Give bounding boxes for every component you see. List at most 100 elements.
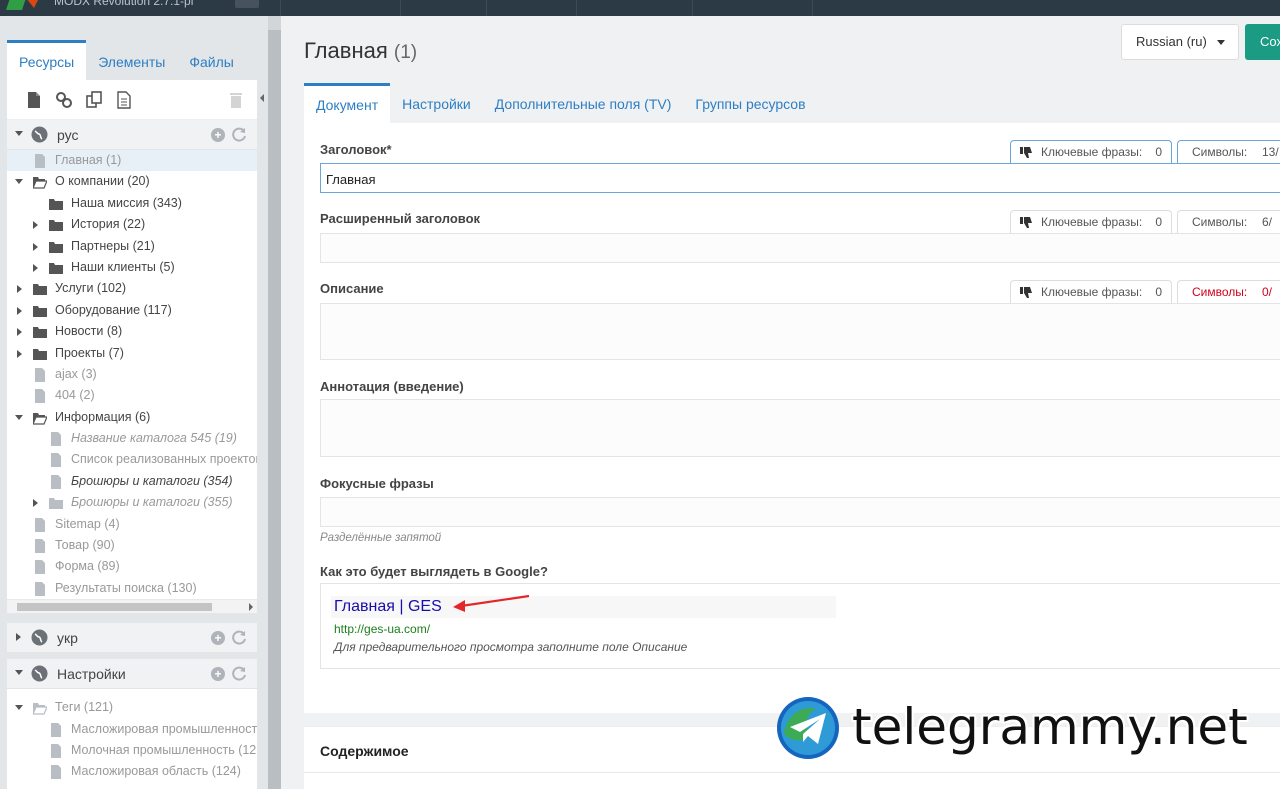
scroll-right-icon[interactable] <box>249 603 253 612</box>
tree-node[interactable]: Масложировая область (124) <box>7 761 257 782</box>
focus-phrases-input[interactable] <box>320 497 1280 527</box>
expand-icon[interactable] <box>17 306 22 315</box>
description-symbols-tab[interactable]: Символы: 0/ <box>1177 280 1280 304</box>
tree-node[interactable]: Товар (90) <box>7 535 257 556</box>
topbar-divider <box>280 0 281 16</box>
collapse-icon[interactable] <box>15 131 23 136</box>
tree-node[interactable]: О компании (20) <box>7 171 257 192</box>
tree-node[interactable]: Теги (121) <box>7 697 257 718</box>
tree-node[interactable]: Название каталога 545 (19) <box>7 428 257 449</box>
thumbs-down-icon <box>1020 287 1032 298</box>
add-icon[interactable]: + <box>211 128 225 142</box>
expand-icon[interactable] <box>33 221 38 230</box>
expand-icon[interactable] <box>17 328 22 337</box>
tree-node[interactable]: Наша миссия (343) <box>7 193 257 214</box>
description-keywords-tab[interactable]: Ключевые фразы: 0 <box>1010 280 1172 304</box>
expand-icon[interactable] <box>17 285 22 294</box>
tab-tv[interactable]: Дополнительные поля (TV) <box>483 83 684 123</box>
tree-node[interactable]: ajax (3) <box>7 364 257 385</box>
scrollbar-thumb[interactable] <box>17 603 212 612</box>
tree-node[interactable]: Наши клиенты (5) <box>7 257 257 278</box>
tree-node[interactable]: Брошюры и каталоги (354) <box>7 471 257 492</box>
tree-node[interactable]: 404 (2) <box>7 385 257 406</box>
resource-tabs: Документ Настройки Дополнительные поля (… <box>304 83 1280 123</box>
tab-files[interactable]: Файлы <box>177 40 245 80</box>
watermark: telegrammy.net <box>776 696 1280 760</box>
trash-icon[interactable] <box>227 91 245 109</box>
tree-node[interactable]: Брошюры и каталоги (355) <box>7 492 257 513</box>
tree-node[interactable]: Молочная промышленность (12 <box>7 740 257 761</box>
collapse-icon[interactable] <box>15 414 23 420</box>
longtitle-input[interactable] <box>320 233 1280 263</box>
tree-node[interactable]: Проекты (7) <box>7 343 257 364</box>
content-title: Содержимое <box>320 743 409 759</box>
tree-node[interactable]: Результаты поиска (130) <box>7 578 257 599</box>
refresh-icon[interactable] <box>232 630 247 645</box>
tree-node[interactable]: История (22) <box>7 214 257 235</box>
collapse-icon[interactable] <box>15 179 23 185</box>
add-icon[interactable]: + <box>211 667 225 682</box>
tree-node-label: Форма (89) <box>55 559 120 574</box>
expand-icon[interactable] <box>16 633 21 642</box>
tree-node[interactable]: Главная (1) <box>7 150 257 172</box>
tab-resources[interactable]: Ресурсы <box>7 40 87 80</box>
tab-resource-groups[interactable]: Группы ресурсов <box>683 83 817 123</box>
tab-elements[interactable]: Элементы <box>86 40 177 80</box>
title-keywords-tab[interactable]: Ключевые фразы: 0 <box>1010 140 1172 164</box>
site-name[interactable]: MODX Revolution 2.7.1-pl <box>54 0 193 8</box>
tree-node[interactable]: Форма (89) <box>7 556 257 577</box>
refresh-icon[interactable] <box>232 127 247 142</box>
tree-node-label: Брошюры и каталоги (355) <box>71 495 233 510</box>
folder-icon <box>33 305 47 317</box>
modx-logo-icon[interactable] <box>4 0 44 14</box>
tree-node[interactable]: Масложировая промышленность <box>7 719 257 740</box>
new-document-icon[interactable] <box>25 91 43 109</box>
expand-icon[interactable] <box>33 499 38 508</box>
context-settings[interactable]: Настройки + <box>7 659 257 690</box>
menu-toggle-icon[interactable] <box>235 0 259 8</box>
context-rus[interactable]: рус + <box>7 120 257 150</box>
tree-node[interactable]: Информация (6) <box>7 407 257 428</box>
tab-settings[interactable]: Настройки <box>390 83 483 123</box>
add-icon[interactable]: + <box>211 631 225 646</box>
collapse-icon[interactable] <box>15 670 23 676</box>
document-icon <box>51 474 61 489</box>
longtitle-keywords-tab[interactable]: Ключевые фразы: 0 <box>1010 210 1172 234</box>
title-symbols-tab[interactable]: Символы: 13/ <box>1177 140 1280 164</box>
longtitle-symbols-tab[interactable]: Символы: 6/ <box>1177 210 1280 234</box>
symlink-icon[interactable] <box>85 91 103 109</box>
description-textarea[interactable] <box>320 303 1280 360</box>
tree-node[interactable]: Список реализованных проектов <box>7 449 257 470</box>
tree-node-label: Теги (121) <box>55 700 114 715</box>
longtitle-label: Расширенный заголовок <box>320 211 481 226</box>
tab-document[interactable]: Документ <box>304 83 391 123</box>
tree-node[interactable]: Оборудование (117) <box>7 300 257 321</box>
left-panel: Ресурсы Элементы Файлы рус + Главная (1)… <box>0 16 268 789</box>
expand-icon[interactable] <box>17 349 22 358</box>
folder-icon <box>33 348 47 360</box>
tree-node-label: Проекты (7) <box>55 345 124 360</box>
topbar-divider <box>812 0 813 16</box>
save-button[interactable]: Сох <box>1245 24 1280 60</box>
static-resource-icon[interactable] <box>115 91 133 109</box>
language-select[interactable]: Russian (ru) <box>1121 24 1239 60</box>
google-preview-url: http://ges-ua.com/ <box>334 622 431 636</box>
collapse-panel-icon[interactable] <box>260 94 264 102</box>
weblink-icon[interactable] <box>55 91 73 109</box>
google-preview-description: Для предварительного просмотра заполните… <box>334 640 688 654</box>
refresh-icon[interactable] <box>232 666 247 681</box>
expand-icon[interactable] <box>33 242 38 251</box>
tree-node[interactable]: Услуги (102) <box>7 278 257 299</box>
tree-node[interactable]: Новости (8) <box>7 321 257 342</box>
collapse-icon[interactable] <box>15 705 23 711</box>
context-ukr[interactable]: укр + <box>7 623 257 654</box>
left-tabs: Ресурсы Элементы Файлы <box>7 40 257 80</box>
tree-node[interactable]: Партнеры (21) <box>7 236 257 257</box>
tree-horizontal-scrollbar[interactable] <box>7 599 257 614</box>
expand-icon[interactable] <box>33 263 38 272</box>
title-input[interactable]: Главная <box>320 163 1280 193</box>
introtext-textarea[interactable] <box>320 399 1280 457</box>
panel-splitter[interactable] <box>260 16 281 789</box>
tree-node-label: Результаты поиска (130) <box>55 580 197 595</box>
tree-node[interactable]: Sitemap (4) <box>7 514 257 535</box>
